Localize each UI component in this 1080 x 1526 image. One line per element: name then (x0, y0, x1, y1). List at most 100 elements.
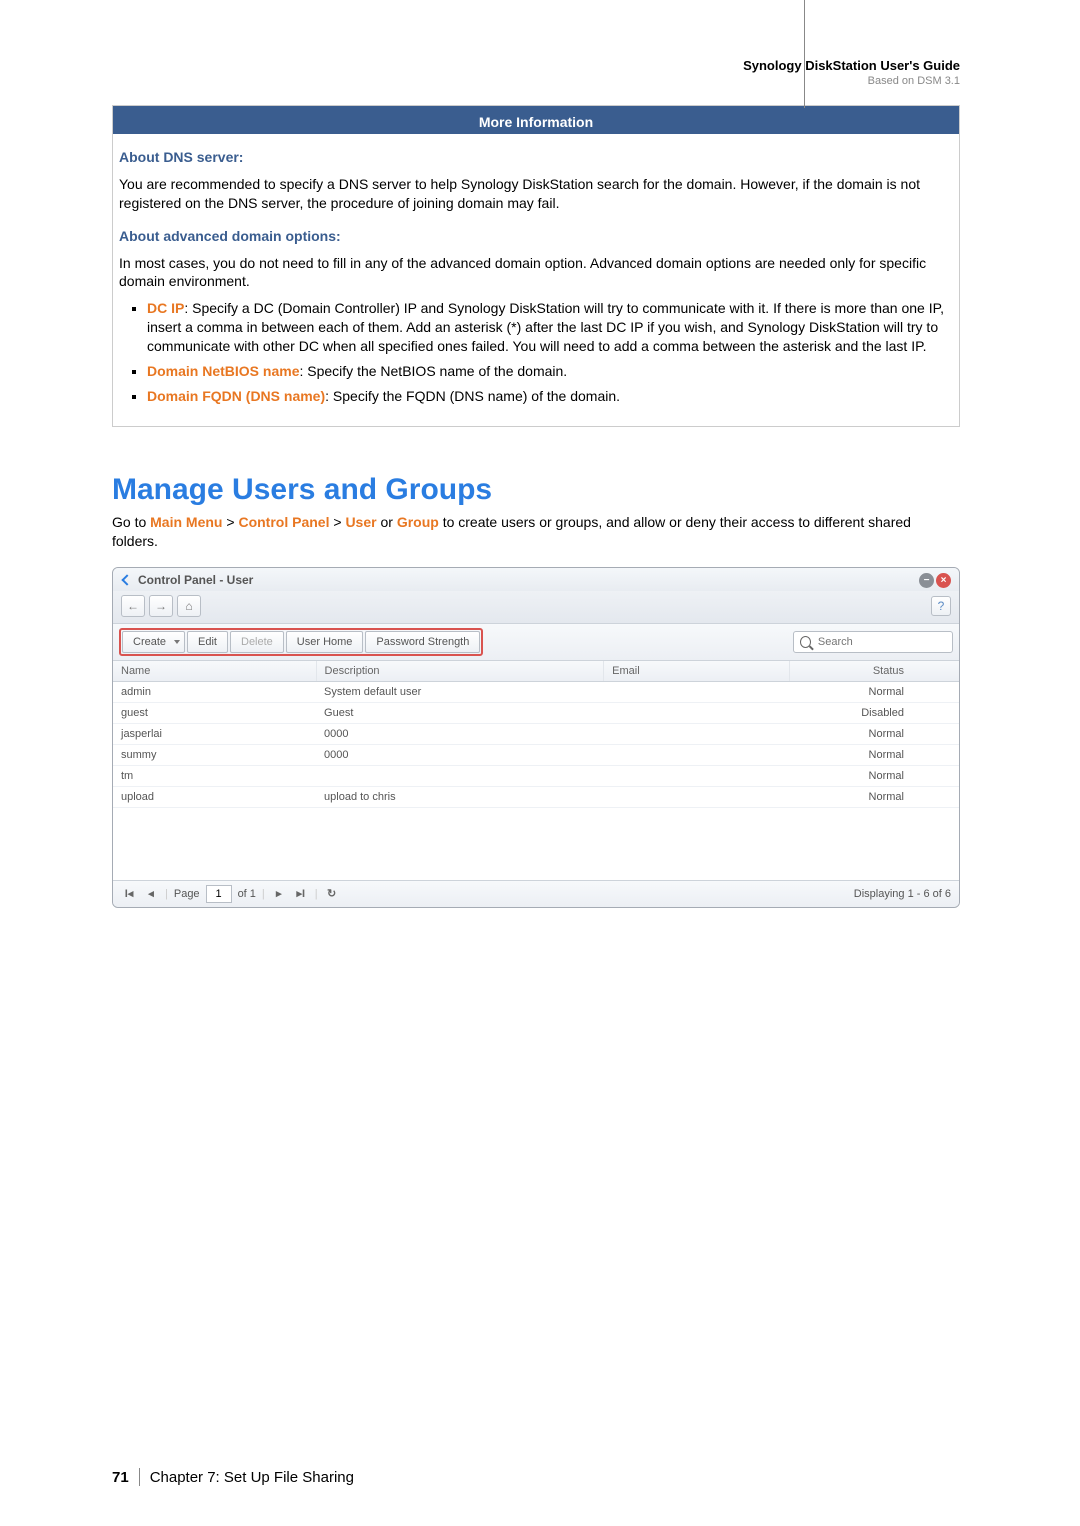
search-input[interactable] (816, 635, 946, 649)
cell-description: System default user (316, 681, 604, 702)
guide-title: Synology DiskStation User's Guide (112, 58, 960, 73)
bullet-fqdn: Domain FQDN (DNS name): Specify the FQDN… (147, 387, 949, 406)
cell-name: summy (113, 744, 316, 765)
info-box-title: More Information (113, 106, 959, 134)
section-heading: Manage Users and Groups (112, 473, 960, 507)
bullet-text: : Specify the FQDN (DNS name) of the dom… (325, 388, 620, 404)
separator: | (315, 888, 318, 900)
password-strength-button[interactable]: Password Strength (365, 631, 480, 653)
cell-status: Normal (790, 786, 959, 807)
page-header: Synology DiskStation User's Guide Based … (112, 58, 960, 87)
body-text: Go to (112, 514, 150, 530)
pager-first-button[interactable]: I◂ (121, 886, 137, 902)
nav-forward-button[interactable]: → (149, 595, 173, 617)
toolbar-highlight: Create Edit Delete User Home Password St… (119, 628, 483, 656)
info-box-body: About DNS server: You are recommended to… (113, 134, 959, 426)
cell-email (604, 786, 790, 807)
cell-email (604, 681, 790, 702)
pager-prev-button[interactable]: ◂ (143, 886, 159, 902)
bullet-label: Domain FQDN (DNS name) (147, 388, 325, 404)
cell-email (604, 765, 790, 786)
pager-refresh-button[interactable]: ↻ (324, 886, 340, 902)
breadcrumb-control-panel: Control Panel (238, 514, 329, 530)
nav-home-button[interactable]: ⌂ (177, 595, 201, 617)
window-titlebar: Control Panel - User − × (113, 568, 959, 591)
breadcrumb-user: User (345, 514, 376, 530)
nav-back-button[interactable]: ← (121, 595, 145, 617)
search-field[interactable] (793, 631, 953, 653)
table-row[interactable]: jasperlai0000 Normal (113, 723, 959, 744)
guide-subtitle: Based on DSM 3.1 (112, 75, 960, 87)
pager-display-info: Displaying 1 - 6 of 6 (854, 888, 951, 900)
cell-status: Disabled (790, 702, 959, 723)
cell-description: 0000 (316, 744, 604, 765)
pager-of-label: of 1 (238, 888, 256, 900)
create-button[interactable]: Create (122, 631, 185, 653)
minimize-icon[interactable]: − (919, 573, 934, 588)
cell-description: Guest (316, 702, 604, 723)
cell-description: upload to chris (316, 786, 604, 807)
bullet-dc-ip: DC IP: Specify a DC (Domain Controller) … (147, 299, 949, 356)
dns-body-text: You are recommended to specify a DNS ser… (119, 175, 949, 213)
cell-status: Normal (790, 744, 959, 765)
cell-status: Normal (790, 723, 959, 744)
breadcrumb-main-menu: Main Menu (150, 514, 222, 530)
pager-page-label: Page (174, 888, 200, 900)
cell-status: Normal (790, 681, 959, 702)
table-row[interactable]: tmNormal (113, 765, 959, 786)
create-label: Create (133, 636, 166, 648)
bullet-text: : Specify the NetBIOS name of the domain… (299, 363, 567, 379)
col-name[interactable]: Name (113, 661, 316, 682)
pager-page-input[interactable] (206, 885, 232, 903)
breadcrumb-group: Group (397, 514, 439, 530)
cell-email (604, 723, 790, 744)
table-empty-area (113, 808, 959, 880)
table-row[interactable]: uploadupload to chris Normal (113, 786, 959, 807)
cell-status: Normal (790, 765, 959, 786)
document-page: Synology DiskStation User's Guide Based … (0, 0, 1080, 1526)
cell-name: jasperlai (113, 723, 316, 744)
pager-last-button[interactable]: ▸I (293, 886, 309, 902)
edit-button[interactable]: Edit (187, 631, 228, 653)
body-text: to create users or groups, and allow or … (112, 514, 911, 549)
body-text: or (377, 514, 397, 530)
col-status[interactable]: Status (790, 661, 959, 682)
chapter-label: Chapter 7: Set Up File Sharing (150, 1469, 354, 1486)
search-icon (800, 636, 811, 648)
page-footer: 71 Chapter 7: Set Up File Sharing (112, 1468, 354, 1486)
bullet-netbios: Domain NetBIOS name: Specify the NetBIOS… (147, 362, 949, 381)
help-button[interactable]: ? (931, 596, 951, 616)
bullet-text: : Specify a DC (Domain Controller) IP an… (147, 300, 944, 354)
advanced-bullets: DC IP: Specify a DC (Domain Controller) … (119, 299, 949, 405)
nav-bar: ← → ⌂ ? (113, 591, 959, 624)
back-chevron-icon[interactable] (121, 574, 133, 586)
window-title: Control Panel - User (138, 573, 253, 587)
user-table: Name Description Email Status adminSyste… (113, 661, 959, 808)
user-home-button[interactable]: User Home (286, 631, 364, 653)
delete-button[interactable]: Delete (230, 631, 284, 653)
dns-subtitle: About DNS server: (119, 149, 243, 165)
table-row[interactable]: guestGuest Disabled (113, 702, 959, 723)
cell-name: upload (113, 786, 316, 807)
separator: | (165, 888, 168, 900)
table-header-row: Name Description Email Status (113, 661, 959, 682)
header-divider (804, 0, 805, 108)
footer-divider (139, 1468, 140, 1486)
cell-description (316, 765, 604, 786)
cell-name: guest (113, 702, 316, 723)
dropdown-icon (174, 640, 180, 644)
col-email[interactable]: Email (604, 661, 790, 682)
advanced-subtitle: About advanced domain options: (119, 228, 341, 244)
pager-next-button[interactable]: ▸ (271, 886, 287, 902)
table-row[interactable]: adminSystem default userNormal (113, 681, 959, 702)
table-row[interactable]: summy0000 Normal (113, 744, 959, 765)
close-icon[interactable]: × (936, 573, 951, 588)
cell-description: 0000 (316, 723, 604, 744)
pagination-bar: I◂ ◂ | Page of 1 | ▸ ▸I | ↻ Displaying 1… (113, 880, 959, 907)
bullet-label: Domain NetBIOS name (147, 363, 299, 379)
more-information-box: More Information About DNS server: You a… (112, 105, 960, 427)
col-description[interactable]: Description (316, 661, 604, 682)
toolbar: Create Edit Delete User Home Password St… (113, 624, 959, 661)
cell-email (604, 702, 790, 723)
control-panel-screenshot: Control Panel - User − × ← → ⌂ ? Create … (112, 567, 960, 908)
